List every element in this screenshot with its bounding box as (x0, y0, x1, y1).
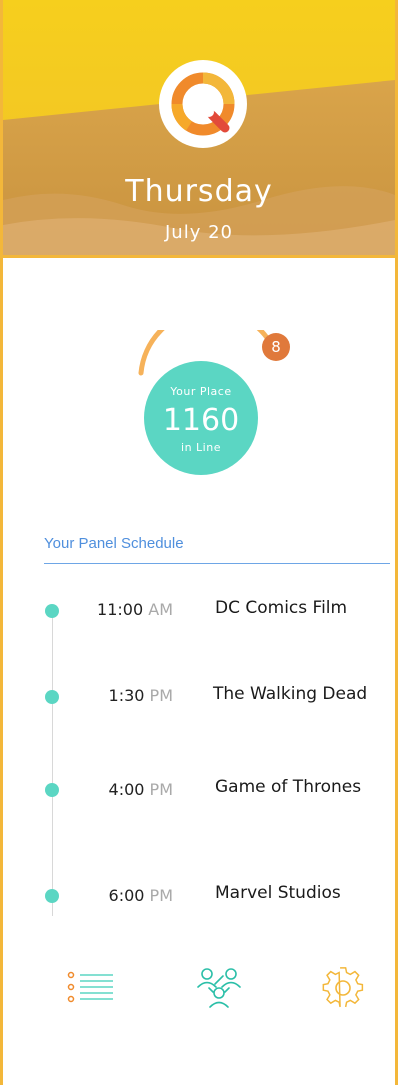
panel-name: The Walking Dead (213, 684, 368, 704)
time-value: 4:00 (108, 780, 145, 799)
panel-name: Marvel Studios (215, 883, 341, 903)
timeline-line (52, 608, 53, 916)
timeline-dot (45, 889, 59, 903)
time-value: 6:00 (108, 886, 145, 905)
notification-badge[interactable]: 8 (262, 333, 290, 361)
time-value: 1:30 (108, 686, 145, 705)
gear-icon[interactable] (321, 966, 365, 1010)
list-icon[interactable] (67, 970, 115, 1006)
time-ampm: AM (148, 600, 173, 619)
day-label: Thursday (125, 174, 273, 209)
panel-name: DC Comics Film (215, 598, 348, 618)
queue-position-widget: Your Place 1160 in Line 8 (129, 330, 290, 480)
people-icon[interactable] (195, 966, 243, 1010)
time-ampm: PM (149, 686, 173, 705)
app-frame: Thursday July 20 Your Place 1160 in Line… (0, 0, 398, 1085)
queue-label-top: Your Place (170, 385, 232, 398)
timeline-dot (45, 690, 59, 704)
queue-number: 1160 (162, 403, 240, 438)
tab-bar (3, 964, 395, 1024)
date-label: July 20 (165, 222, 233, 243)
time-value: 11:00 (97, 600, 144, 619)
schedule-time: 4:00 PM (63, 780, 173, 799)
queue-label-bottom: in Line (181, 441, 221, 454)
time-ampm: PM (149, 780, 173, 799)
schedule-divider (44, 563, 390, 564)
timeline-dot (45, 783, 59, 797)
schedule-time: 1:30 PM (63, 686, 173, 705)
queue-circle: Your Place 1160 in Line (144, 361, 258, 475)
schedule-time: 6:00 PM (63, 886, 173, 905)
schedule-title: Your Panel Schedule (44, 535, 184, 552)
timeline-dot (45, 604, 59, 618)
panel-name: Game of Thrones (215, 777, 362, 797)
q-logo-icon (159, 60, 247, 148)
schedule-time: 11:00 AM (63, 600, 173, 619)
header: Thursday July 20 (3, 0, 395, 258)
time-ampm: PM (149, 886, 173, 905)
